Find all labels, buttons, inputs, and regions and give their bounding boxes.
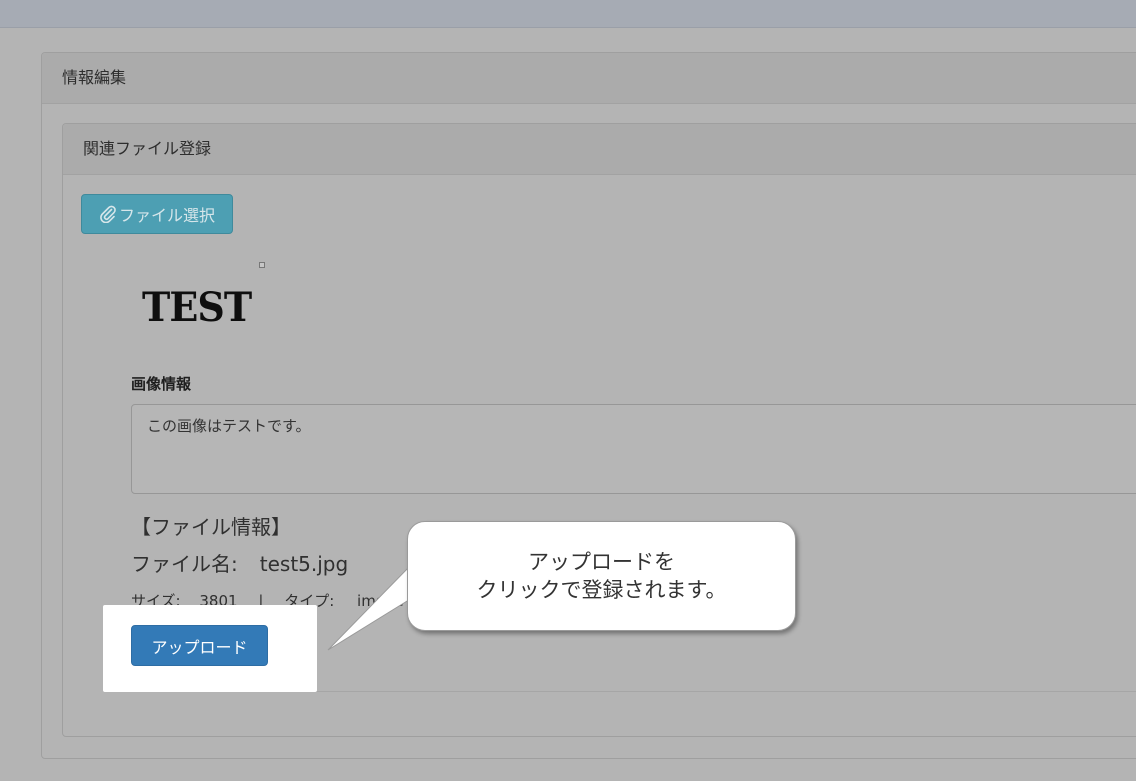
file-name-row: ファイル名: test5.jpg xyxy=(131,548,348,577)
callout-line-1: アップロードを xyxy=(528,550,675,574)
broken-image-marker xyxy=(259,262,265,268)
file-select-label: ファイル選択 xyxy=(118,206,215,225)
file-info-heading: 【ファイル情報】 xyxy=(131,515,291,539)
related-file-panel-title: 関連ファイル登録 xyxy=(63,124,1136,175)
callout-line-2: クリックで登録されます。 xyxy=(476,578,727,602)
top-navbar xyxy=(0,0,1136,28)
paperclip-icon xyxy=(99,205,117,224)
callout-pointer xyxy=(327,564,413,651)
image-info-label: 画像情報 xyxy=(131,375,192,393)
image-info-textarea[interactable]: この画像はテストです。 xyxy=(131,404,1136,494)
file-select-button[interactable]: ファイル選択 xyxy=(81,194,233,234)
upload-button[interactable]: アップロード xyxy=(131,625,268,666)
file-name-label: ファイル名: xyxy=(131,552,238,576)
preview-image: TEST xyxy=(142,284,252,331)
instruction-callout: アップロードを クリックで登録されます。 xyxy=(407,521,796,631)
edit-info-panel-title: 情報編集 xyxy=(42,53,1136,104)
